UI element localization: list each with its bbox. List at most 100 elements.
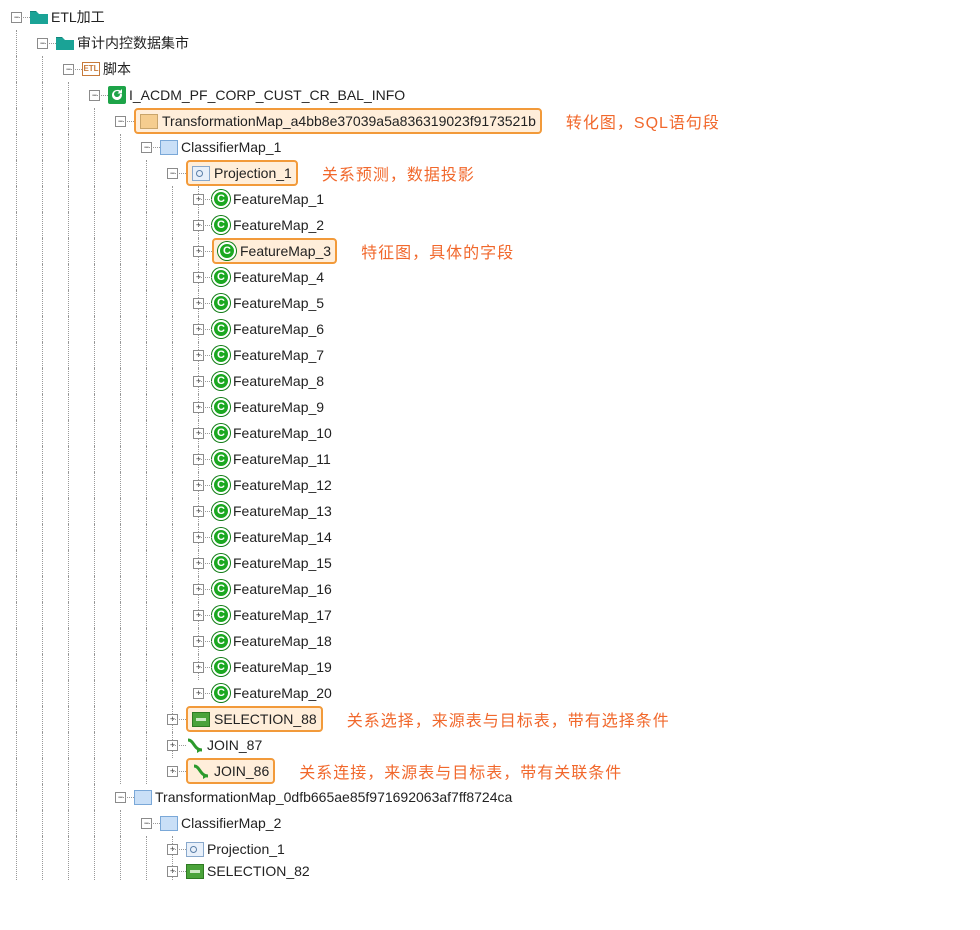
tree-node-feature[interactable]: +CFeatureMap_1 [4, 186, 980, 212]
annotation: 转化图，SQL语句段 [566, 109, 720, 133]
feature-icon: C [212, 216, 230, 234]
selection-icon [186, 862, 204, 880]
tree-node-feature[interactable]: +CFeatureMap_15 [4, 550, 980, 576]
tree-node-feature[interactable]: +CFeatureMap_4 [4, 264, 980, 290]
feature-icon: C [212, 476, 230, 494]
tree-node-selection-82[interactable]: + SELECTION_82 [4, 862, 980, 880]
node-label: Projection_1 [214, 165, 292, 181]
tree-node-etl[interactable]: − ETL加工 [4, 4, 980, 30]
node-label: JOIN_86 [214, 763, 269, 779]
node-label: FeatureMap_18 [233, 633, 332, 649]
node-label: FeatureMap_2 [233, 217, 324, 233]
node-label: 审计内控数据集市 [77, 33, 189, 53]
node-label: 脚本 [103, 59, 131, 79]
tree-node-tmap1[interactable]: − TransformationMap_a4bb8e37039a5a836319… [4, 108, 980, 134]
projection-icon [192, 164, 210, 182]
folder-icon [30, 8, 48, 26]
node-label: FeatureMap_15 [233, 555, 332, 571]
node-label: ETL加工 [51, 7, 105, 27]
node-label: TransformationMap_0dfb665ae85f971692063a… [155, 789, 512, 805]
tree-node-feature[interactable]: +CFeatureMap_19 [4, 654, 980, 680]
tree-node-feature[interactable]: +CFeatureMap_3特征图，具体的字段 [4, 238, 980, 264]
etl-script-icon: ETL [82, 60, 100, 78]
feature-icon: C [212, 190, 230, 208]
map-icon [140, 112, 158, 130]
tree-node-feature[interactable]: +CFeatureMap_16 [4, 576, 980, 602]
node-label: FeatureMap_10 [233, 425, 332, 441]
tree-node-feature[interactable]: +CFeatureMap_12 [4, 472, 980, 498]
node-label: ClassifierMap_2 [181, 815, 281, 831]
node-label: FeatureMap_5 [233, 295, 324, 311]
feature-icon: C [212, 346, 230, 364]
map-icon [134, 788, 152, 806]
feature-icon: C [212, 606, 230, 624]
tree-node-tmap2[interactable]: − TransformationMap_0dfb665ae85f97169206… [4, 784, 980, 810]
node-label: I_ACDM_PF_CORP_CUST_CR_BAL_INFO [129, 87, 405, 103]
tree-node-feature[interactable]: +CFeatureMap_9 [4, 394, 980, 420]
highlight-box: Projection_1 [186, 160, 298, 186]
node-label: FeatureMap_6 [233, 321, 324, 337]
tree-node-join-86[interactable]: + JOIN_86 关系连接，来源表与目标表，带有关联条件 [4, 758, 980, 784]
feature-icon: C [212, 554, 230, 572]
tree-node-proj2[interactable]: + Projection_1 [4, 836, 980, 862]
join-icon [192, 763, 210, 779]
tree-node-feature[interactable]: +CFeatureMap_8 [4, 368, 980, 394]
node-label: SELECTION_82 [207, 863, 310, 879]
tree-node-cmap1[interactable]: − ClassifierMap_1 [4, 134, 980, 160]
feature-icon: C [212, 320, 230, 338]
feature-icon: C [212, 580, 230, 598]
node-label: FeatureMap_13 [233, 503, 332, 519]
node-label: FeatureMap_4 [233, 269, 324, 285]
tree-node-feature[interactable]: +CFeatureMap_11 [4, 446, 980, 472]
feature-icon: C [212, 684, 230, 702]
node-label: FeatureMap_12 [233, 477, 332, 493]
feature-icon: C [212, 450, 230, 468]
tree-node-feature[interactable]: +CFeatureMap_17 [4, 602, 980, 628]
highlight-box: TransformationMap_a4bb8e37039a5a83631902… [134, 108, 542, 134]
feature-icon: C [212, 658, 230, 676]
tree-node-feature[interactable]: +CFeatureMap_18 [4, 628, 980, 654]
node-label: ClassifierMap_1 [181, 139, 281, 155]
node-label: FeatureMap_20 [233, 685, 332, 701]
tree-node-proj1[interactable]: − Projection_1 关系预测，数据投影 [4, 160, 980, 186]
feature-icon: C [212, 632, 230, 650]
feature-icon: C [212, 424, 230, 442]
tree-node-cmap2[interactable]: − ClassifierMap_2 [4, 810, 980, 836]
node-label: JOIN_87 [207, 737, 262, 753]
node-label: FeatureMap_16 [233, 581, 332, 597]
tree-node-feature[interactable]: +CFeatureMap_5 [4, 290, 980, 316]
tree-node-feature[interactable]: +CFeatureMap_10 [4, 420, 980, 446]
node-label: FeatureMap_1 [233, 191, 324, 207]
annotation: 关系预测，数据投影 [322, 161, 475, 185]
selection-icon [192, 710, 210, 728]
feature-icon: C [218, 242, 236, 260]
highlight-box: CFeatureMap_3 [212, 238, 337, 264]
tree-node-feature[interactable]: +CFeatureMap_7 [4, 342, 980, 368]
tree-node-audit[interactable]: − 审计内控数据集市 [4, 30, 980, 56]
node-label: FeatureMap_14 [233, 529, 332, 545]
tree-node-feature[interactable]: +CFeatureMap_13 [4, 498, 980, 524]
tree-node-job[interactable]: − I_ACDM_PF_CORP_CUST_CR_BAL_INFO [4, 82, 980, 108]
classifier-icon [160, 814, 178, 832]
highlight-box: JOIN_86 [186, 758, 275, 784]
tree: − ETL加工 − 审计内控数据集市 − ETL 脚本 − I_ACDM_PF_… [4, 4, 980, 880]
tree-node-feature[interactable]: +CFeatureMap_2 [4, 212, 980, 238]
projection-icon [186, 840, 204, 858]
refresh-icon [108, 86, 126, 104]
node-label: FeatureMap_3 [240, 243, 331, 259]
tree-node-selection-88[interactable]: + SELECTION_88 关系选择，来源表与目标表，带有选择条件 [4, 706, 980, 732]
tree-node-feature[interactable]: +CFeatureMap_6 [4, 316, 980, 342]
annotation: 关系连接，来源表与目标表，带有关联条件 [299, 759, 622, 783]
node-label: Projection_1 [207, 841, 285, 857]
feature-icon: C [212, 398, 230, 416]
tree-node-join-87[interactable]: + JOIN_87 [4, 732, 980, 758]
node-label: TransformationMap_a4bb8e37039a5a83631902… [162, 113, 536, 129]
node-label: FeatureMap_17 [233, 607, 332, 623]
classifier-icon [160, 138, 178, 156]
tree-node-feature[interactable]: +CFeatureMap_20 [4, 680, 980, 706]
tree-node-feature[interactable]: +CFeatureMap_14 [4, 524, 980, 550]
join-icon [186, 737, 204, 753]
tree-node-script[interactable]: − ETL 脚本 [4, 56, 980, 82]
node-label: FeatureMap_7 [233, 347, 324, 363]
feature-icon: C [212, 528, 230, 546]
